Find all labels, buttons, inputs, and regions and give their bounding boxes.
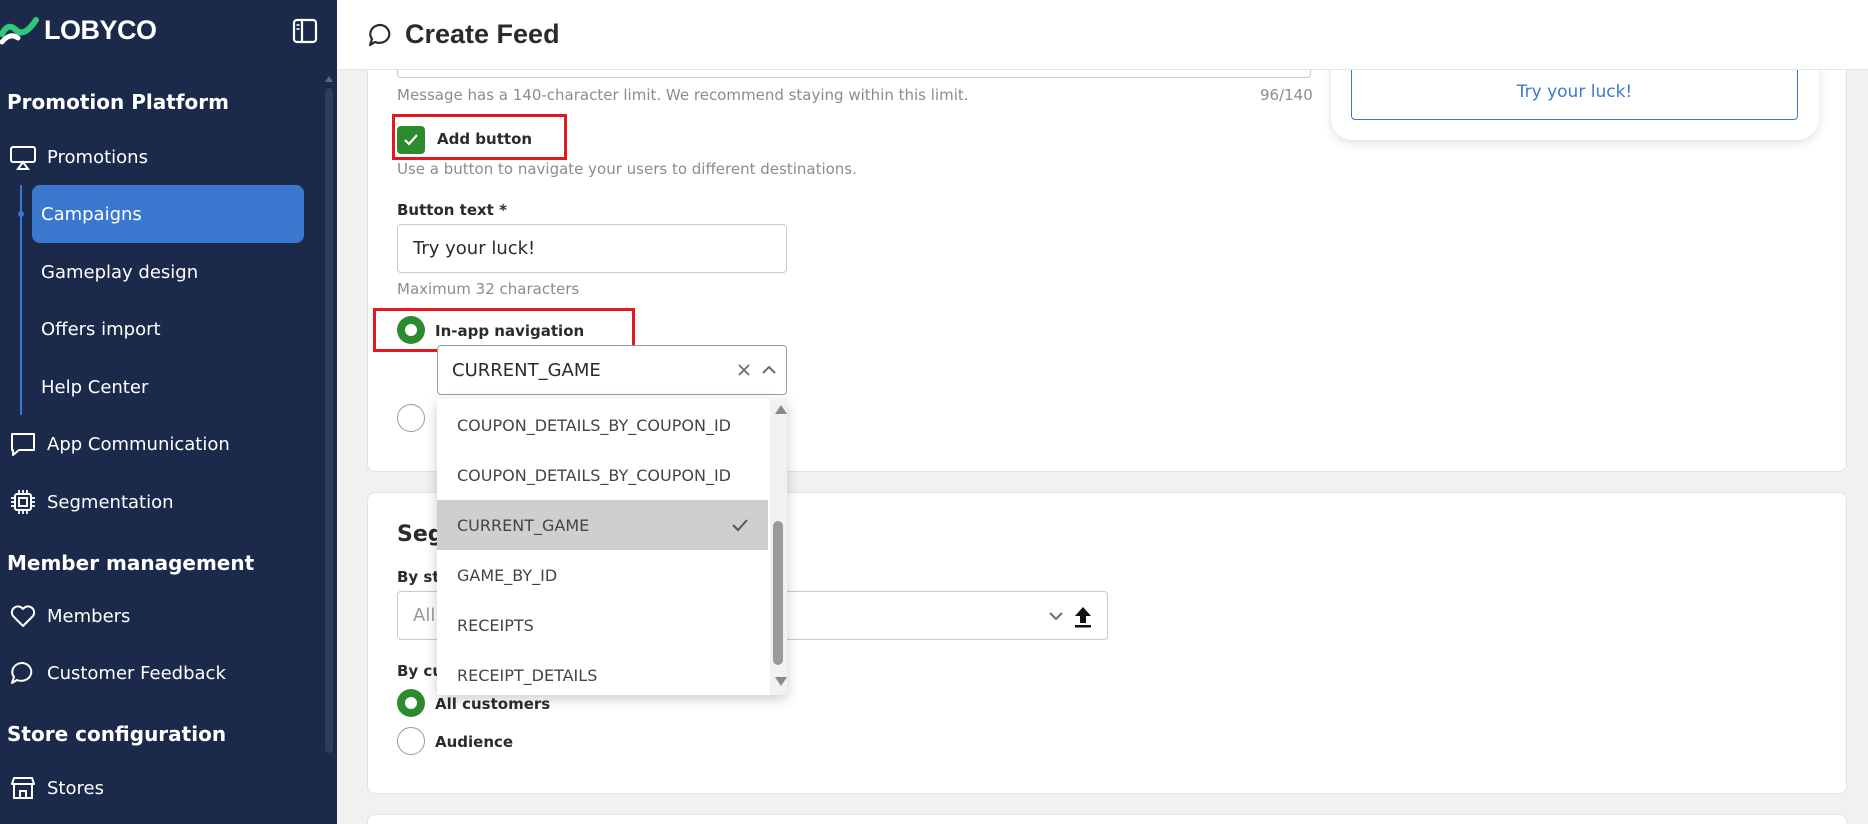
chat-bubble-icon (7, 657, 39, 689)
dropdown-option[interactable]: RECEIPT_DETAILS (437, 650, 768, 700)
sidebar-item-segmentation[interactable]: Segmentation (0, 476, 304, 528)
audience-label[interactable]: Audience (435, 733, 513, 751)
section-store-configuration: Store configuration (7, 722, 227, 746)
section-member-management: Member management (7, 551, 255, 575)
sidebar-item-label: App Communication (47, 433, 230, 455)
checkmark-icon (732, 519, 748, 532)
sidebar-item-app-communication[interactable]: App Communication (0, 418, 304, 470)
sidebar-item-gameplay-design[interactable]: Gameplay design (32, 243, 304, 301)
dropdown-option[interactable]: COUPON_DETAILS_BY_COUPON_ID (437, 450, 768, 500)
add-button-checkbox[interactable] (397, 126, 425, 154)
audience-radio[interactable] (397, 727, 425, 755)
chip-icon (7, 486, 39, 518)
add-button-helper-text: Use a button to navigate your users to d… (397, 160, 857, 178)
sidebar-tree-line (20, 185, 22, 415)
chat-bubble-icon (368, 23, 391, 46)
add-button-label[interactable]: Add button (437, 130, 532, 148)
heart-icon (7, 600, 39, 632)
button-text-label: Button text * (397, 201, 507, 219)
sidebar: LOBYCO Promotion Platform Promotions Cam… (0, 0, 337, 824)
store-select-placeholder: All (413, 605, 436, 626)
brand-name: LOBYCO (44, 14, 157, 45)
chat-square-icon (7, 428, 39, 460)
brand-logo[interactable]: LOBYCO (0, 14, 157, 46)
button-text-helper: Maximum 32 characters (397, 280, 580, 298)
message-char-counter: 96/140 (1260, 86, 1313, 104)
sidebar-scrollbar[interactable] (325, 88, 333, 753)
chevron-up-icon[interactable] (759, 360, 779, 380)
sidebar-item-label: Customer Feedback (47, 662, 226, 684)
dropdown-option[interactable]: COUPON_DETAILS_BY_COUPON_ID (437, 400, 768, 450)
sidebar-tree-dot (18, 211, 24, 217)
sidebar-item-offers-import[interactable]: Offers import (32, 300, 304, 358)
sidebar-scroll-up-arrow[interactable] (325, 76, 333, 82)
sidebar-item-label: Segmentation (47, 491, 174, 513)
sidebar-item-label: Promotions (47, 146, 148, 168)
dropdown-option-selected[interactable]: CURRENT_GAME (437, 500, 768, 550)
chevron-down-icon[interactable] (1046, 606, 1066, 626)
by-store-label: By st (397, 568, 440, 586)
in-app-navigation-radio[interactable] (397, 316, 425, 344)
sidebar-item-stores[interactable]: Stores (0, 762, 304, 814)
sidebar-item-label: Members (47, 605, 131, 627)
sidebar-item-help-center[interactable]: Help Center (32, 358, 304, 416)
dropdown-option[interactable]: GAME_BY_ID (437, 550, 768, 600)
external-link-radio[interactable] (397, 404, 425, 432)
navigation-destination-listbox[interactable]: COUPON_DETAILS_BY_COUPON_ID COUPON_DETAI… (437, 399, 787, 695)
upload-icon[interactable] (1072, 604, 1094, 628)
dropdown-option-label: CURRENT_GAME (457, 515, 590, 535)
scroll-up-arrow-icon[interactable] (775, 405, 787, 414)
navigation-destination-combobox[interactable] (437, 345, 787, 395)
preview-button: Try your luck! (1351, 64, 1798, 120)
button-text-input[interactable] (397, 224, 787, 273)
scroll-down-arrow-icon[interactable] (775, 677, 787, 686)
next-card (367, 814, 1847, 824)
dropdown-scroll-thumb[interactable] (773, 521, 783, 665)
store-icon (7, 772, 39, 804)
clear-icon[interactable] (734, 360, 754, 380)
page-header: Create Feed (337, 0, 1868, 70)
section-promotion-platform: Promotion Platform (7, 90, 229, 114)
sidebar-collapse-icon[interactable] (291, 17, 319, 45)
navigation-destination-input[interactable] (452, 359, 712, 381)
sidebar-item-customer-feedback[interactable]: Customer Feedback (0, 647, 304, 699)
message-helper-text: Message has a 140-character limit. We re… (397, 86, 969, 104)
sidebar-item-promotions[interactable]: Promotions (0, 131, 304, 183)
sidebar-item-label: Stores (47, 777, 104, 799)
checkmark-icon (404, 134, 418, 146)
sidebar-item-campaigns[interactable]: Campaigns (32, 185, 304, 243)
all-customers-radio[interactable] (397, 689, 425, 717)
page-title: Create Feed (405, 19, 560, 49)
in-app-navigation-label[interactable]: In-app navigation (435, 322, 584, 340)
lobyco-logo-icon (0, 17, 39, 45)
dropdown-option[interactable]: RECEIPTS (437, 600, 768, 650)
presentation-icon (7, 141, 39, 173)
sidebar-item-members[interactable]: Members (0, 590, 304, 642)
